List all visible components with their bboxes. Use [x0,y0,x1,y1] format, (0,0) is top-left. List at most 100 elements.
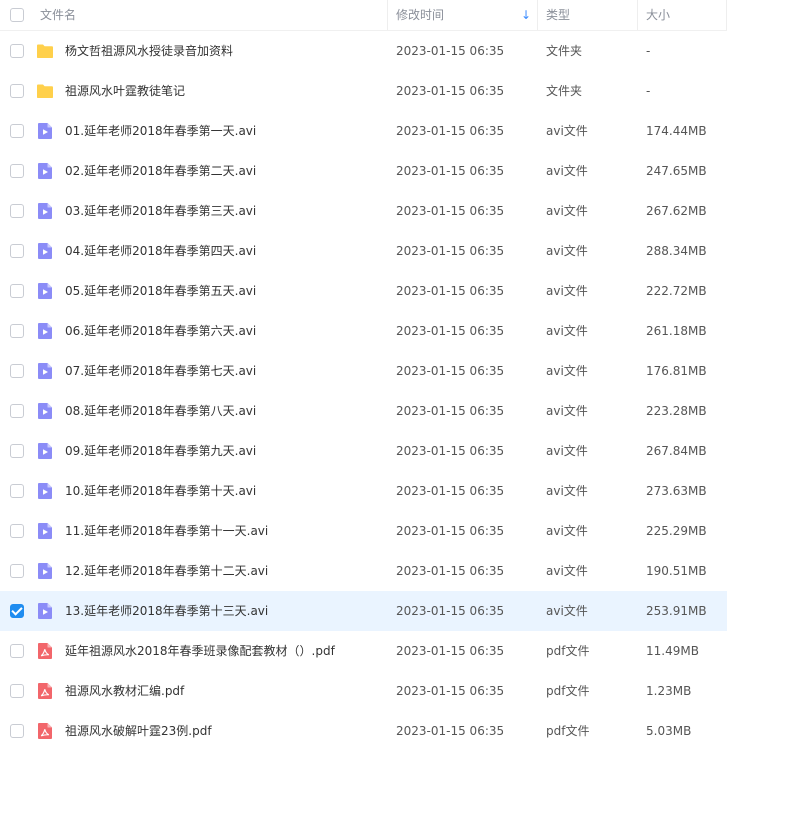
file-name-link[interactable]: 延年祖源风水2018年春季班录像配套教材（）.pdf [65,631,335,671]
row-checkbox[interactable] [10,484,24,498]
table-row[interactable]: 01.延年老师2018年春季第一天.avi 2023-01-15 06:35 avi… [0,111,727,151]
file-name-link[interactable]: 祖源风水教材汇编.pdf [65,671,184,711]
folder-icon [36,42,54,60]
table-row[interactable]: 06.延年老师2018年春季第六天.avi 2023-01-15 06:35 avi… [0,311,727,351]
file-type: 文件夹 [546,44,583,58]
video-file-icon [36,122,54,140]
select-all-checkbox[interactable] [10,8,24,22]
file-type: avi文件 [546,204,588,218]
file-name-link[interactable]: 09.延年老师2018年春季第九天.avi [65,431,256,471]
row-checkbox[interactable] [10,244,24,258]
row-checkbox[interactable] [10,564,24,578]
table-row[interactable]: 02.延年老师2018年春季第二天.avi 2023-01-15 06:35 avi… [0,151,727,191]
modified-time: 2023-01-15 06:35 [396,164,505,178]
row-checkbox[interactable] [10,204,24,218]
file-name-link[interactable]: 01.延年老师2018年春季第一天.avi [65,111,256,151]
file-name-link[interactable]: 12.延年老师2018年春季第十二天.avi [65,551,268,591]
file-name-link[interactable]: 祖源风水破解叶霆23例.pdf [65,711,212,751]
table-row[interactable]: 04.延年老师2018年春季第四天.avi 2023-01-15 06:35 avi… [0,231,727,271]
row-checkbox[interactable] [10,644,24,658]
row-checkbox[interactable] [10,444,24,458]
file-name-link[interactable]: 祖源风水叶霆教徒笔记 [65,71,185,111]
video-file-icon [36,482,54,500]
table-row[interactable]: 03.延年老师2018年春季第三天.avi 2023-01-15 06:35 avi… [0,191,727,231]
file-name-link[interactable]: 11.延年老师2018年春季第十一天.avi [65,511,268,551]
file-name-link[interactable]: 08.延年老师2018年春季第八天.avi [65,391,256,431]
table-row[interactable]: 祖源风水教材汇编.pdf 2023-01-15 06:35 pdf文件 1.23MB [0,671,727,711]
table-row[interactable]: 祖源风水破解叶霆23例.pdf 2023-01-15 06:35 pdf文件 5.03… [0,711,727,751]
file-name-link[interactable]: 06.延年老师2018年春季第六天.avi [65,311,256,351]
file-size: 176.81MB [646,364,707,378]
table-row[interactable]: 10.延年老师2018年春季第十天.avi 2023-01-15 06:35 avi… [0,471,727,511]
row-checkbox[interactable] [10,364,24,378]
table-row[interactable]: 07.延年老师2018年春季第七天.avi 2023-01-15 06:35 avi… [0,351,727,391]
table-row[interactable]: 13.延年老师2018年春季第十三天.avi 2023-01-15 06:35 av… [0,591,727,631]
row-checkbox[interactable] [10,164,24,178]
table-row[interactable]: 09.延年老师2018年春季第九天.avi 2023-01-15 06:35 avi… [0,431,727,471]
modified-time: 2023-01-15 06:35 [396,84,505,98]
row-checkbox[interactable] [10,684,24,698]
file-name-link[interactable]: 10.延年老师2018年春季第十天.avi [65,471,256,511]
modified-time: 2023-01-15 06:35 [396,524,505,538]
row-checkbox[interactable] [10,84,24,98]
file-type: avi文件 [546,284,588,298]
column-header-size[interactable]: 大小 [646,0,670,30]
table-header: 文件名 修改时间 ↓ 类型 大小 [0,0,727,31]
modified-time: 2023-01-15 06:35 [396,444,505,458]
column-divider[interactable] [637,0,638,30]
video-file-icon [36,442,54,460]
file-type: avi文件 [546,244,588,258]
modified-time: 2023-01-15 06:35 [396,244,505,258]
row-checkbox[interactable] [10,324,24,338]
sort-down-arrow-icon[interactable]: ↓ [521,7,531,23]
modified-time: 2023-01-15 06:35 [396,564,505,578]
row-checkbox[interactable] [10,524,24,538]
video-file-icon [36,202,54,220]
column-header-modified[interactable]: 修改时间 [396,0,444,30]
file-rows: 杨文哲祖源风水授徒录音加资料 2023-01-15 06:35 文件夹 - 祖源风水叶霆… [0,31,727,751]
row-checkbox[interactable] [10,124,24,138]
table-row[interactable]: 杨文哲祖源风水授徒录音加资料 2023-01-15 06:35 文件夹 - [0,31,727,71]
video-file-icon [36,322,54,340]
file-type: avi文件 [546,524,588,538]
column-divider[interactable] [537,0,538,30]
column-divider[interactable] [387,0,388,30]
table-row[interactable]: 11.延年老师2018年春季第十一天.avi 2023-01-15 06:35 av… [0,511,727,551]
file-name-link[interactable]: 07.延年老师2018年春季第七天.avi [65,351,256,391]
column-header-type[interactable]: 类型 [546,0,570,30]
file-type: avi文件 [546,364,588,378]
row-checkbox[interactable] [10,44,24,58]
file-type: avi文件 [546,564,588,578]
column-header-name[interactable]: 文件名 [40,0,76,30]
file-name-link[interactable]: 02.延年老师2018年春季第二天.avi [65,151,256,191]
modified-time: 2023-01-15 06:35 [396,484,505,498]
file-type: avi文件 [546,484,588,498]
file-size: - [646,44,651,58]
row-checkbox[interactable] [10,404,24,418]
video-file-icon [36,282,54,300]
file-type: pdf文件 [546,724,590,738]
row-checkbox[interactable] [10,284,24,298]
file-type: avi文件 [546,604,588,618]
table-row[interactable]: 05.延年老师2018年春季第五天.avi 2023-01-15 06:35 avi… [0,271,727,311]
table-row[interactable]: 祖源风水叶霆教徒笔记 2023-01-15 06:35 文件夹 - [0,71,727,111]
table-row[interactable]: 12.延年老师2018年春季第十二天.avi 2023-01-15 06:35 av… [0,551,727,591]
file-name-link[interactable]: 05.延年老师2018年春季第五天.avi [65,271,256,311]
row-checkbox[interactable] [10,604,24,618]
pdf-file-icon [36,642,54,660]
file-type: 文件夹 [546,84,583,98]
file-name-link[interactable]: 13.延年老师2018年春季第十三天.avi [65,591,268,631]
modified-time: 2023-01-15 06:35 [396,684,505,698]
file-size: 5.03MB [646,724,692,738]
modified-time: 2023-01-15 06:35 [396,364,505,378]
file-size: 247.65MB [646,164,707,178]
file-type: pdf文件 [546,644,590,658]
table-row[interactable]: 08.延年老师2018年春季第八天.avi 2023-01-15 06:35 avi… [0,391,727,431]
table-row[interactable]: 延年祖源风水2018年春季班录像配套教材（）.pdf 2023-01-15 06:… [0,631,727,671]
file-name-link[interactable]: 03.延年老师2018年春季第三天.avi [65,191,256,231]
row-checkbox[interactable] [10,724,24,738]
file-size: 1.23MB [646,684,692,698]
file-name-link[interactable]: 04.延年老师2018年春季第四天.avi [65,231,256,271]
file-name-link[interactable]: 杨文哲祖源风水授徒录音加资料 [65,31,233,71]
file-type: avi文件 [546,404,588,418]
